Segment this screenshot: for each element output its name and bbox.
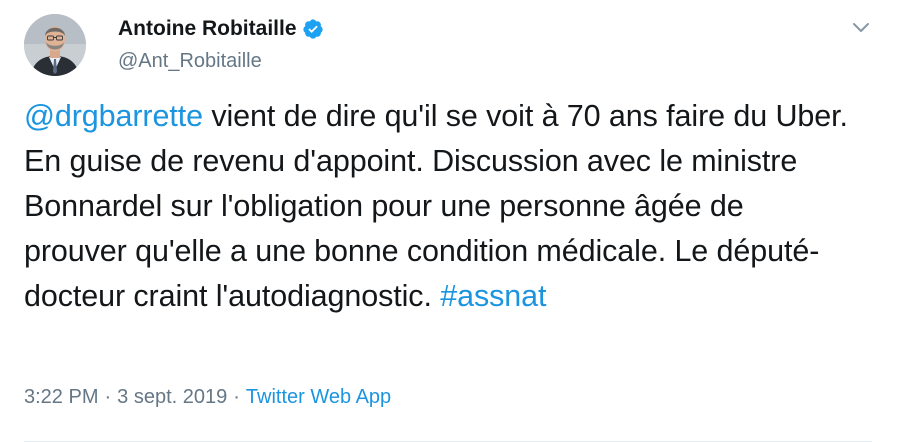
chevron-down-icon[interactable] <box>850 20 872 36</box>
tweet-text: @drgbarrette vient de dire qu'il se voit… <box>24 94 854 319</box>
tweet-date[interactable]: 3 sept. 2019 <box>117 386 227 408</box>
verified-badge-icon <box>302 18 324 40</box>
avatar[interactable] <box>24 14 86 76</box>
hashtag-link[interactable]: #assnat <box>440 279 546 313</box>
mention-link[interactable]: @drgbarrette <box>24 99 203 133</box>
tweet-metadata: 3:22 PM · 3 sept. 2019 · Twitter Web App <box>24 386 391 409</box>
meta-separator: · <box>233 386 240 408</box>
tweet-card: Antoine Robitaille @Ant_Robitaille @drgb… <box>0 0 898 442</box>
author-name-row: Antoine Robitaille <box>118 16 324 42</box>
tweet-time[interactable]: 3:22 PM <box>24 386 98 408</box>
author-handle[interactable]: @Ant_Robitaille <box>118 50 324 73</box>
meta-separator: · <box>104 386 112 408</box>
tweet-source-link[interactable]: Twitter Web App <box>246 386 391 408</box>
author-block: Antoine Robitaille @Ant_Robitaille <box>118 16 324 73</box>
avatar-photo <box>24 14 86 76</box>
author-display-name[interactable]: Antoine Robitaille <box>118 17 297 41</box>
